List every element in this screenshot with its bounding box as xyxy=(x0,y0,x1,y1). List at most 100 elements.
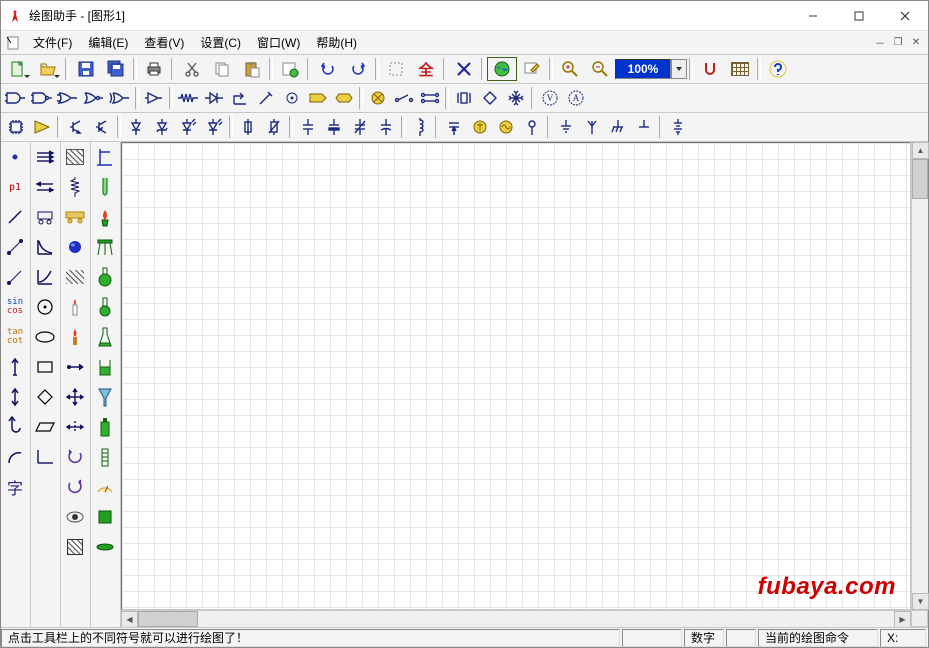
sphere-tool[interactable] xyxy=(61,232,89,262)
vector-tool[interactable] xyxy=(1,352,29,382)
cart-wheels-tool[interactable] xyxy=(61,202,89,232)
capacitor-icon[interactable] xyxy=(295,115,321,139)
hscroll-thumb[interactable] xyxy=(138,611,198,627)
switch-double-icon[interactable] xyxy=(417,86,443,110)
parallelogram-tool[interactable] xyxy=(31,412,59,442)
text-tool[interactable]: 字 xyxy=(1,472,29,502)
curve-up-tool[interactable] xyxy=(31,262,59,292)
capacitor-polar-icon[interactable] xyxy=(321,115,347,139)
cut-button[interactable] xyxy=(177,57,207,81)
new-button[interactable] xyxy=(3,57,33,81)
rect-tool[interactable] xyxy=(31,352,59,382)
source-dc-icon[interactable] xyxy=(467,115,493,139)
mdi-restore-button[interactable]: ❐ xyxy=(890,35,906,51)
menu-window[interactable]: 窗口(W) xyxy=(249,32,308,54)
nor-gate-icon[interactable] xyxy=(81,86,107,110)
hook-tool[interactable] xyxy=(1,412,29,442)
varistor-icon[interactable] xyxy=(261,115,287,139)
grid-button[interactable] xyxy=(725,57,755,81)
tripod-tool[interactable] xyxy=(91,232,119,262)
node-icon[interactable] xyxy=(279,86,305,110)
block-tool[interactable] xyxy=(91,502,119,532)
open-button[interactable] xyxy=(33,57,63,81)
beaker-tool[interactable] xyxy=(91,352,119,382)
capacitor-curved-icon[interactable] xyxy=(373,115,399,139)
mdi-minimize-button[interactable]: － xyxy=(872,35,888,51)
pot-icon[interactable] xyxy=(441,115,467,139)
buffer-gate-icon[interactable] xyxy=(141,86,167,110)
probe-icon[interactable] xyxy=(253,86,279,110)
switch-open-icon[interactable] xyxy=(391,86,417,110)
label-tool[interactable]: p1 xyxy=(1,172,29,202)
opamp-icon[interactable] xyxy=(29,115,55,139)
funnel-tool[interactable] xyxy=(91,382,119,412)
marquee-select-button[interactable] xyxy=(381,57,411,81)
segment-tool[interactable] xyxy=(1,232,29,262)
burst-icon[interactable] xyxy=(503,86,529,110)
line-tool[interactable] xyxy=(1,202,29,232)
zener-icon[interactable] xyxy=(149,115,175,139)
menu-edit[interactable]: 编辑(E) xyxy=(80,32,136,54)
eye-tool[interactable] xyxy=(61,502,89,532)
battery-icon[interactable] xyxy=(665,115,691,139)
angle-tool[interactable] xyxy=(31,442,59,472)
snap-button[interactable] xyxy=(695,57,725,81)
menu-help[interactable]: 帮助(H) xyxy=(308,32,365,54)
menu-file[interactable]: 文件(F) xyxy=(25,32,80,54)
double-arrow-tool[interactable] xyxy=(1,382,29,412)
globe-button[interactable] xyxy=(487,57,517,81)
volumetric-flask-tool[interactable] xyxy=(91,292,119,322)
ray-tool[interactable] xyxy=(1,262,29,292)
dish-tool[interactable] xyxy=(91,532,119,562)
diode-icon[interactable] xyxy=(201,86,227,110)
capacitor-var-icon[interactable] xyxy=(347,115,373,139)
close-button[interactable] xyxy=(882,1,928,30)
candle-tool[interactable] xyxy=(61,292,89,322)
ground-icon[interactable] xyxy=(553,115,579,139)
diamond-tool[interactable] xyxy=(31,382,59,412)
lamp-icon[interactable] xyxy=(365,86,391,110)
paste-button[interactable] xyxy=(237,57,267,81)
scroll-left-button[interactable]: ◀ xyxy=(121,611,138,628)
testtube-tool[interactable] xyxy=(91,172,119,202)
diode-down-icon[interactable] xyxy=(123,115,149,139)
point-tool[interactable] xyxy=(1,142,29,172)
maximize-button[interactable] xyxy=(836,1,882,30)
arrows-right-tool[interactable] xyxy=(31,142,59,172)
arc-tool[interactable] xyxy=(1,442,29,472)
resistor-icon[interactable] xyxy=(175,86,201,110)
properties-button[interactable] xyxy=(275,57,305,81)
menu-settings[interactable]: 设置(C) xyxy=(192,32,249,54)
print-button[interactable] xyxy=(139,57,169,81)
minimize-button[interactable] xyxy=(790,1,836,30)
delete-button[interactable] xyxy=(449,57,479,81)
move-right-tool[interactable] xyxy=(61,352,89,382)
edit-image-button[interactable] xyxy=(517,57,547,81)
torch-tool[interactable] xyxy=(61,322,89,352)
circle-point-tool[interactable] xyxy=(31,292,59,322)
horizontal-scrollbar[interactable]: ◀ ▶ xyxy=(121,610,911,627)
inductor-icon[interactable] xyxy=(407,115,433,139)
round-flask-tool[interactable] xyxy=(91,262,119,292)
and-gate-icon[interactable] xyxy=(3,86,29,110)
cylinder-tool[interactable] xyxy=(91,442,119,472)
chassis-ground-icon[interactable] xyxy=(605,115,631,139)
drawing-canvas[interactable]: fubaya.com xyxy=(121,142,911,610)
save-button[interactable] xyxy=(71,57,101,81)
source-ac-icon[interactable] xyxy=(493,115,519,139)
connector-icon[interactable] xyxy=(519,115,545,139)
flip-tool[interactable] xyxy=(61,472,89,502)
ellipse-tool[interactable] xyxy=(31,322,59,352)
voltmeter-icon[interactable]: V xyxy=(537,86,563,110)
crystal-icon[interactable] xyxy=(451,86,477,110)
stand-tool[interactable] xyxy=(91,142,119,172)
select-all-button[interactable]: 全 xyxy=(411,57,441,81)
xor-gate-icon[interactable] xyxy=(107,86,133,110)
curve-down-tool[interactable] xyxy=(31,232,59,262)
led-icon[interactable] xyxy=(175,115,201,139)
mdi-close-button[interactable]: ✕ xyxy=(908,35,924,51)
undo-button[interactable] xyxy=(313,57,343,81)
diamond-icon[interactable] xyxy=(477,86,503,110)
fuse-icon[interactable] xyxy=(235,115,261,139)
nand-gate-icon[interactable] xyxy=(29,86,55,110)
